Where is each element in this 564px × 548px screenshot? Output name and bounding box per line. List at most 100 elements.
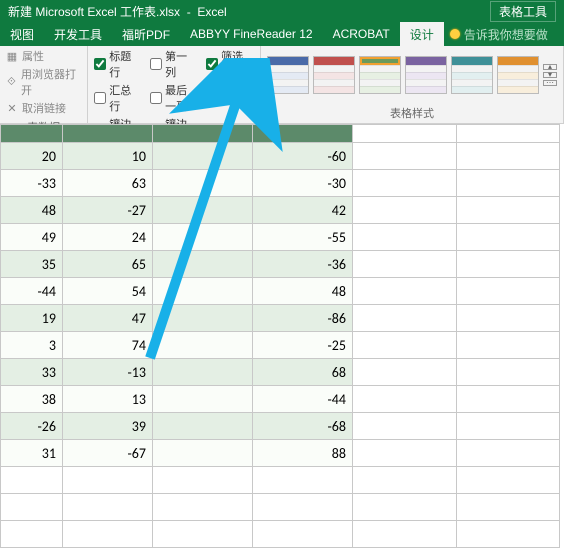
- style-swatch[interactable]: [451, 56, 493, 94]
- empty-cell[interactable]: [456, 170, 560, 197]
- table-row[interactable]: 3565 -36: [1, 251, 560, 278]
- cell[interactable]: -27: [63, 197, 153, 224]
- empty-cell[interactable]: [353, 197, 457, 224]
- empty-cell[interactable]: [456, 332, 560, 359]
- empty-cell[interactable]: [353, 305, 457, 332]
- cell[interactable]: 49: [1, 224, 63, 251]
- cell[interactable]: [153, 413, 253, 440]
- empty-row[interactable]: [1, 467, 560, 494]
- styles-more[interactable]: ▴▾⋯: [543, 64, 557, 86]
- cell[interactable]: 39: [63, 413, 153, 440]
- cell[interactable]: -26: [1, 413, 63, 440]
- cell[interactable]: [153, 251, 253, 278]
- cell[interactable]: 35: [1, 251, 63, 278]
- properties-button[interactable]: ▦属性: [6, 48, 81, 64]
- cell[interactable]: 42: [253, 197, 353, 224]
- table-row[interactable]: 3813 -44: [1, 386, 560, 413]
- table-row[interactable]: 48-27 42: [1, 197, 560, 224]
- cell[interactable]: 48: [253, 278, 353, 305]
- chk-header-row[interactable]: 标题行: [94, 48, 142, 80]
- empty-cell[interactable]: [456, 386, 560, 413]
- cell[interactable]: [153, 359, 253, 386]
- empty-cell[interactable]: [456, 143, 560, 170]
- empty-cell[interactable]: [353, 332, 457, 359]
- table-row[interactable]: 4924 -55: [1, 224, 560, 251]
- cell[interactable]: [153, 386, 253, 413]
- cell[interactable]: 47: [63, 305, 153, 332]
- empty-cell[interactable]: [456, 440, 560, 467]
- empty-cell[interactable]: [456, 359, 560, 386]
- style-swatch[interactable]: [313, 56, 355, 94]
- tab-acrobat[interactable]: ACROBAT: [323, 22, 400, 46]
- cell[interactable]: 31: [1, 440, 63, 467]
- empty-cell[interactable]: [456, 305, 560, 332]
- tab-abbyy[interactable]: ABBYY FineReader 12: [180, 22, 323, 46]
- table-row[interactable]: 31-67 88: [1, 440, 560, 467]
- table-row[interactable]: -2639 -68: [1, 413, 560, 440]
- tab-design[interactable]: 设计: [400, 22, 444, 46]
- empty-cell[interactable]: [353, 359, 457, 386]
- cell[interactable]: 48: [1, 197, 63, 224]
- cell[interactable]: [153, 224, 253, 251]
- empty-row[interactable]: [1, 494, 560, 521]
- cell[interactable]: [153, 305, 253, 332]
- cell[interactable]: -36: [253, 251, 353, 278]
- tell-me[interactable]: 告诉我你想要做: [444, 22, 554, 46]
- cell[interactable]: 74: [63, 332, 153, 359]
- cell[interactable]: 3: [1, 332, 63, 359]
- style-swatch-selected[interactable]: [359, 56, 401, 94]
- cell[interactable]: [153, 332, 253, 359]
- chk-total-row[interactable]: 汇总行: [94, 82, 142, 114]
- empty-row[interactable]: [1, 521, 560, 548]
- cell[interactable]: -68: [253, 413, 353, 440]
- cell[interactable]: [153, 143, 253, 170]
- table-row[interactable]: 2010-60: [1, 143, 560, 170]
- empty-cell[interactable]: [353, 440, 457, 467]
- table-row[interactable]: 1947 -86: [1, 305, 560, 332]
- style-swatch[interactable]: [405, 56, 447, 94]
- table-row[interactable]: -3363 -30: [1, 170, 560, 197]
- cell[interactable]: 68: [253, 359, 353, 386]
- tab-foxitpdf[interactable]: 福昕PDF: [112, 22, 180, 46]
- cell[interactable]: -86: [253, 305, 353, 332]
- cell[interactable]: 10: [63, 143, 153, 170]
- cell[interactable]: 33: [1, 359, 63, 386]
- chk-filter[interactable]: 筛选按钮: [206, 48, 254, 80]
- cell[interactable]: [153, 197, 253, 224]
- cell[interactable]: 13: [63, 386, 153, 413]
- table-row[interactable]: 374 -25: [1, 332, 560, 359]
- cell[interactable]: -13: [63, 359, 153, 386]
- cell[interactable]: 63: [63, 170, 153, 197]
- table-row[interactable]: 33-13 68: [1, 359, 560, 386]
- cell[interactable]: -44: [253, 386, 353, 413]
- empty-cell[interactable]: [353, 413, 457, 440]
- cell[interactable]: 54: [63, 278, 153, 305]
- cell[interactable]: 24: [63, 224, 153, 251]
- tab-developer[interactable]: 开发工具: [44, 22, 112, 46]
- style-swatch[interactable]: [497, 56, 539, 94]
- cell[interactable]: 20: [1, 143, 63, 170]
- cell[interactable]: -67: [63, 440, 153, 467]
- style-swatch[interactable]: [267, 56, 309, 94]
- cell[interactable]: 19: [1, 305, 63, 332]
- cell[interactable]: -25: [253, 332, 353, 359]
- cell[interactable]: -30: [253, 170, 353, 197]
- tab-view[interactable]: 视图: [0, 22, 44, 46]
- table-row[interactable]: -445448: [1, 278, 560, 305]
- empty-cell[interactable]: [456, 251, 560, 278]
- chk-last-col[interactable]: 最后一列: [150, 82, 198, 114]
- cell[interactable]: [153, 170, 253, 197]
- empty-cell[interactable]: [353, 170, 457, 197]
- empty-cell[interactable]: [353, 386, 457, 413]
- empty-cell[interactable]: [353, 143, 457, 170]
- cell[interactable]: 65: [63, 251, 153, 278]
- chk-first-col[interactable]: 第一列: [150, 48, 198, 80]
- cell[interactable]: -55: [253, 224, 353, 251]
- empty-cell[interactable]: [456, 224, 560, 251]
- cell[interactable]: [153, 278, 253, 305]
- cell[interactable]: -33: [1, 170, 63, 197]
- empty-cell[interactable]: [456, 413, 560, 440]
- cell[interactable]: 88: [253, 440, 353, 467]
- cell[interactable]: 38: [1, 386, 63, 413]
- worksheet[interactable]: 2010-60-3363-3048-27424924-553565-36-445…: [0, 124, 564, 548]
